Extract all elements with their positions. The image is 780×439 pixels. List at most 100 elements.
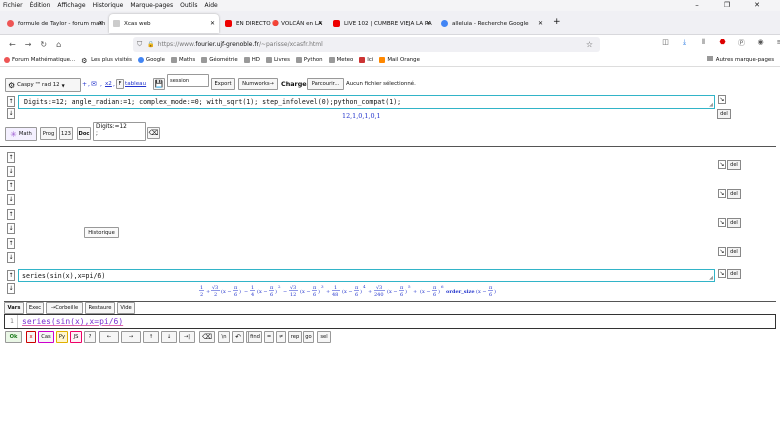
cell1-up-arrow[interactable]: ↑ [7,96,15,107]
cell2-del-button[interactable]: del [727,269,741,279]
eval-icon[interactable]: ↘ [718,95,726,104]
ok-button[interactable]: Ok [5,331,22,343]
cas-key[interactable]: Cas [38,331,54,343]
row-up-arrow[interactable]: ↑ [7,238,15,249]
menu-affichage[interactable]: Affichage [57,2,85,9]
menu-aide[interactable]: Aide [204,2,217,9]
session-field[interactable]: session [167,74,209,87]
menu-fichier[interactable]: Fichier [3,2,23,9]
row-down-arrow[interactable]: ↓ [7,194,15,205]
bookmark-livres[interactable]: Livres [265,57,290,63]
close-tab-icon[interactable]: ✕ [538,20,543,27]
cell1-del-button[interactable]: del [717,109,731,119]
menu-outils[interactable]: Outils [180,2,197,9]
tab-exec[interactable]: Exec [26,302,44,314]
bookmark-google[interactable]: Google [137,57,165,63]
up-arrow-key[interactable]: ↑ [143,331,159,343]
minimize-icon[interactable]: – [682,1,712,9]
reload-icon[interactable]: ↻ [40,40,47,49]
url-bar[interactable]: ⛉ 🔒 https://www.fourier.ujf-grenoble.fr/… [133,37,600,52]
cell2-down-arrow[interactable]: ↓ [7,283,15,294]
menu-icon[interactable]: ≡ [770,38,780,48]
newline-key[interactable]: \n [218,331,230,343]
end-key[interactable]: →| [179,331,195,343]
tab-doc[interactable]: Doc [77,127,91,140]
numworks-button[interactable]: Numworks→ [238,78,278,90]
bookmark-star-icon[interactable]: ☆ [586,40,593,49]
tab-123[interactable]: 123 [59,127,73,140]
extension-abp-icon[interactable]: ⬣ [713,38,732,48]
row-down-arrow[interactable]: ↓ [7,252,15,263]
bookmark-meteo[interactable]: Meteo [328,57,353,63]
not-equal-key[interactable]: ≠ [276,331,286,343]
parcourir-button[interactable]: Parcourir... [307,78,344,90]
library-icon[interactable]: ⫴ [694,38,713,48]
close-tab-icon[interactable]: ✕ [210,20,215,27]
tab-volcan[interactable]: EN DIRECTO 🔴 VOLCÁN en LA ✕ [221,14,327,33]
row-down-arrow[interactable]: ↓ [7,223,15,234]
row-up-arrow[interactable]: ↑ [7,152,15,163]
tab-vide[interactable]: Vide [117,302,135,314]
eval-icon[interactable]: ↘ [718,247,726,256]
bookmark-python[interactable]: Python [295,57,323,63]
cell1-input[interactable]: Digits:=12; angle_radian:=1; complex_mod… [18,95,715,109]
home-icon[interactable]: ⌂ [56,40,61,49]
maximize-icon[interactable]: ❐ [712,1,742,9]
tab-vars[interactable]: Vars [4,302,24,314]
equals-key[interactable]: = [264,331,274,343]
menu-edition[interactable]: Édition [30,2,51,9]
eval-icon[interactable]: ↘ [718,189,726,198]
cell2-up-arrow[interactable]: ↑ [7,270,15,281]
tab-restaure[interactable]: Restaure [85,302,115,314]
plus-link[interactable]: + [82,81,87,88]
tab-google[interactable]: alleluia - Recherche Google ✕ [437,14,547,33]
download-icon[interactable]: ⤓ [675,38,694,48]
help-key[interactable]: ? [84,331,96,343]
close-tab-icon[interactable]: ✕ [98,20,103,27]
tab-prog[interactable]: Prog [40,127,57,140]
bookmark-forum[interactable]: Forum Mathématique... [4,57,75,63]
right-arrow-key[interactable]: → [121,331,141,343]
caspy-config-button[interactable]: ⚙ Caspy "" rad 12 ▼ [5,78,81,92]
x2-link[interactable]: x2 [105,81,112,87]
row-down-arrow[interactable]: ↓ [7,166,15,177]
down-arrow-key[interactable]: ↓ [161,331,177,343]
find-key[interactable]: find [248,331,262,343]
new-tab-icon[interactable]: + [553,17,561,27]
js-key[interactable]: JS [70,331,82,343]
bookmark-maths[interactable]: Maths [170,57,195,63]
tab-live[interactable]: LIVE 102 | CUMBRE VIEJA LA PA ✕ [329,14,435,33]
menu-marque-pages[interactable]: Marque-pages [130,2,173,9]
row-up-arrow[interactable]: ↑ [7,180,15,191]
resize-handle-icon[interactable]: ◢ [709,102,713,108]
extension-p-icon[interactable]: Ⓟ [732,38,751,48]
bookmark-geometrie[interactable]: Géométrie [201,57,238,63]
del-button[interactable]: del [727,160,741,170]
del-button[interactable]: del [727,247,741,257]
close-window-icon[interactable]: ✕ [742,1,772,9]
f-button[interactable]: F [116,79,124,89]
bookmark-hd[interactable]: HD [243,57,260,63]
account-icon[interactable]: ◉ [751,38,770,48]
replace-key[interactable]: rep [288,331,302,343]
tab-math[interactable]: ✳ Math [5,127,37,141]
close-tab-icon[interactable]: ✕ [426,20,431,27]
select-key[interactable]: sel [317,331,331,343]
eval-icon[interactable]: ↘ [718,218,726,227]
eval-icon[interactable]: ↘ [718,160,726,169]
backspace-icon[interactable]: ⌫ [147,127,160,139]
row-up-arrow[interactable]: ↑ [7,209,15,220]
eval-icon[interactable]: ↘ [718,269,726,278]
py-key[interactable]: Py [56,331,68,343]
tab-corbeille[interactable]: →Corbeille [46,302,83,314]
tab-taylor[interactable]: formule de Taylor - forum math ✕ [3,14,107,33]
digits-box[interactable]: Digits:=12 ; [93,122,146,141]
del-button[interactable]: del [727,218,741,228]
cell2-input[interactable]: series(sin(x),x=pi/6) ◢ [18,269,715,282]
other-bookmarks[interactable]: Autres marque-pages [706,56,774,63]
bookmark-mail-orange[interactable]: Mail Orange [379,57,420,63]
close-tab-icon[interactable]: ✕ [318,20,323,27]
del-button[interactable]: del [727,189,741,199]
back-icon[interactable]: ← [9,40,16,49]
tableau-link[interactable]: tableau [125,81,146,87]
